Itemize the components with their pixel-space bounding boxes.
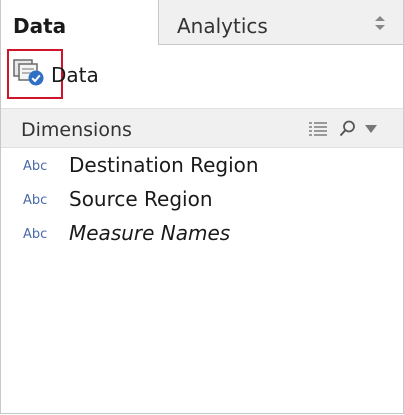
string-type-icon: Abc [23,193,48,208]
data-pane: Data Analytics Data Dimensions Abc Desti… [0,0,404,414]
dimensions-header: Dimensions [1,108,403,148]
tab-analytics[interactable]: Analytics [159,0,403,45]
data-source-label: Data [51,63,99,87]
tab-data-label: Data [13,14,67,38]
list-item[interactable]: Abc Source Region [1,182,403,216]
tab-data[interactable]: Data [1,0,159,45]
dimensions-title: Dimensions [21,119,132,141]
dimensions-list: Abc Destination Region Abc Source Region… [1,148,403,250]
field-name: Measure Names [69,221,231,245]
field-name: Destination Region [69,153,259,177]
data-source-icon[interactable] [13,59,45,87]
chevron-down-icon[interactable] [365,125,377,133]
search-icon[interactable] [339,120,356,137]
string-type-icon: Abc [23,159,48,174]
string-type-icon: Abc [23,227,48,242]
list-item[interactable]: Abc Destination Region [1,148,403,182]
list-view-icon[interactable] [309,122,327,136]
field-name: Source Region [69,187,213,211]
pane-tabs: Data Analytics [1,0,403,45]
list-item[interactable]: Abc Measure Names [1,216,403,250]
data-source-row[interactable]: Data [1,45,403,101]
tab-analytics-label: Analytics [177,14,268,38]
tab-scroll-arrows-icon[interactable] [375,16,385,30]
